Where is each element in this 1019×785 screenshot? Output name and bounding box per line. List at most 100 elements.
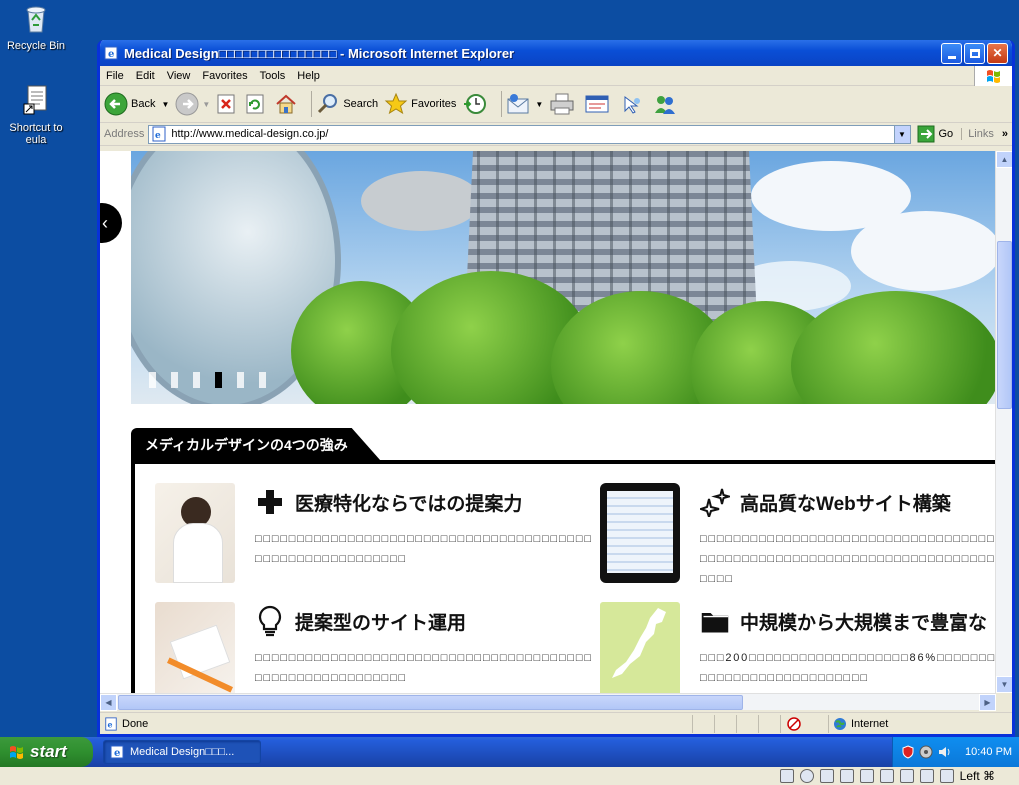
scroll-right-button[interactable]: ▶: [979, 694, 996, 711]
history-button[interactable]: [462, 92, 491, 116]
minimize-icon: [947, 55, 956, 59]
chevron-down-icon: ▼: [898, 129, 906, 139]
hard-disk-icon[interactable]: [779, 769, 794, 783]
page-icon: e: [152, 126, 166, 142]
desktop-icon-recycle-bin[interactable]: Recycle Bin: [0, 2, 72, 52]
clock[interactable]: 10:40 PM: [965, 746, 1012, 758]
chevron-right-icon[interactable]: »: [1002, 128, 1008, 140]
nurse-photo: [155, 483, 235, 583]
chevron-down-icon[interactable]: ▼: [202, 100, 210, 109]
sparkle-icon: [700, 487, 730, 517]
tree-shape: [791, 291, 996, 404]
minimize-button[interactable]: [941, 42, 962, 64]
search-button[interactable]: Search: [316, 92, 378, 116]
shared-folder-icon[interactable]: [839, 769, 854, 783]
close-button[interactable]: ✕: [987, 42, 1008, 64]
print-button[interactable]: [549, 92, 578, 116]
mouse-integration-icon[interactable]: [919, 769, 934, 783]
favorites-button[interactable]: Favorites: [384, 92, 456, 116]
address-dropdown-button[interactable]: ▼: [893, 125, 910, 143]
start-button[interactable]: start: [0, 737, 93, 767]
go-arrow-icon: [917, 125, 934, 143]
feature-text: □□□□□□□□□□□□□□□□□□□□□□□□□□□□□□□□□□□□□□□□…: [255, 533, 593, 565]
status-cell: [758, 714, 780, 733]
feature-text: □□□200□□□□□□□□□□□□□□□□□□□86%□□□□□□□□□□□□…: [700, 652, 996, 684]
menu-edit[interactable]: Edit: [130, 70, 161, 82]
title-bar[interactable]: e Medical Design□□□□□□□□□□□□□□□ - Micros…: [100, 40, 1012, 66]
privacy-report-cell[interactable]: [780, 714, 828, 733]
maximize-button[interactable]: [964, 42, 985, 64]
status-text: Done: [122, 717, 149, 730]
menu-view[interactable]: View: [161, 70, 197, 82]
network-icon[interactable]: [919, 745, 933, 759]
slider-dot[interactable]: [171, 372, 178, 388]
close-icon: ✕: [992, 46, 1003, 60]
toolbar-separator: [501, 91, 503, 117]
vertical-scrollbar[interactable]: ▲ ▼: [995, 151, 1012, 693]
slider-dot[interactable]: [237, 372, 244, 388]
menu-file[interactable]: File: [100, 70, 130, 82]
system-tray: 10:40 PM: [892, 737, 1019, 767]
scroll-up-button[interactable]: ▲: [996, 151, 1012, 168]
discuss-button[interactable]: [619, 93, 646, 115]
mail-icon: [507, 94, 529, 114]
back-button[interactable]: Back ▼: [104, 92, 169, 116]
mail-button[interactable]: ▼: [506, 93, 543, 115]
nurse-body: [173, 523, 223, 583]
windows-logo-icon: [974, 66, 1012, 86]
lightbulb-icon: [255, 605, 285, 637]
shield-icon[interactable]: [901, 745, 915, 759]
menu-tools[interactable]: Tools: [254, 70, 292, 82]
refresh-button[interactable]: [245, 93, 268, 115]
scroll-down-button[interactable]: ▼: [996, 676, 1012, 693]
favorites-label: Favorites: [411, 98, 457, 110]
keyboard-capture-icon[interactable]: [939, 769, 954, 783]
stop-button[interactable]: [216, 93, 239, 115]
volume-icon[interactable]: [937, 745, 951, 759]
messenger-button[interactable]: [652, 93, 681, 115]
horizontal-scroll-thumb[interactable]: [118, 695, 743, 710]
vertical-scroll-thumb[interactable]: [997, 241, 1012, 409]
horizontal-scrollbar[interactable]: ◀ ▶: [100, 693, 996, 711]
network-adapter-icon[interactable]: [899, 769, 914, 783]
discuss-icon: [624, 96, 641, 114]
strengths-section: メディカルデザインの4つの強み 医療特化ならではの提案力 □□□□□□□□□□□…: [131, 428, 996, 693]
privacy-icon: [787, 716, 801, 731]
feature-title: 医療特化ならではの提案力: [295, 494, 523, 515]
scroll-left-button[interactable]: ◀: [100, 694, 117, 711]
forward-arrow-icon: [175, 92, 199, 116]
address-input[interactable]: e http://www.medical-design.co.jp/ ▼: [148, 124, 911, 144]
security-zone-cell[interactable]: Internet: [828, 714, 968, 733]
home-button[interactable]: [274, 93, 301, 115]
address-url: http://www.medical-design.co.jp/: [171, 128, 329, 140]
menu-help[interactable]: Help: [291, 70, 326, 82]
menu-bar: File Edit View Favorites Tools Help: [100, 66, 1012, 86]
edit-button[interactable]: [584, 93, 613, 115]
home-icon: [276, 94, 296, 114]
taskbar-item-ie[interactable]: e Medical Design□□□...: [103, 740, 261, 764]
optical-drive-icon[interactable]: [799, 769, 814, 783]
feature-text: □□□□□□□□□□□□□□□□□□□□□□□□□□□□□□□□□□□□□□□□…: [700, 533, 996, 585]
svg-text:e: e: [155, 131, 161, 141]
page-done-icon: e: [105, 716, 117, 731]
tablet-photo: [600, 483, 680, 583]
video-capture-icon[interactable]: [879, 769, 894, 783]
go-button[interactable]: Go: [917, 125, 953, 143]
menu-favorites[interactable]: Favorites: [196, 70, 253, 82]
slider-dot[interactable]: [259, 372, 266, 388]
slider-dot[interactable]: [215, 372, 222, 388]
search-icon: [318, 94, 338, 114]
desktop-icon-eula-shortcut[interactable]: Shortcut to eula: [0, 84, 72, 146]
chevron-down-icon[interactable]: ▼: [535, 100, 543, 109]
forward-button[interactable]: ▼: [175, 92, 210, 116]
slider-dot[interactable]: [193, 372, 200, 388]
japan-map-icon: [612, 608, 666, 678]
chevron-down-icon[interactable]: ▼: [161, 100, 169, 109]
svg-text:e: e: [108, 720, 113, 729]
text-document-shortcut-icon: [23, 85, 47, 115]
usb-icon[interactable]: [819, 769, 834, 783]
slider-dot[interactable]: [149, 372, 156, 388]
slider-prev-button[interactable]: ‹: [100, 203, 122, 243]
links-toolbar[interactable]: Links: [961, 128, 994, 140]
display-icon[interactable]: [859, 769, 874, 783]
